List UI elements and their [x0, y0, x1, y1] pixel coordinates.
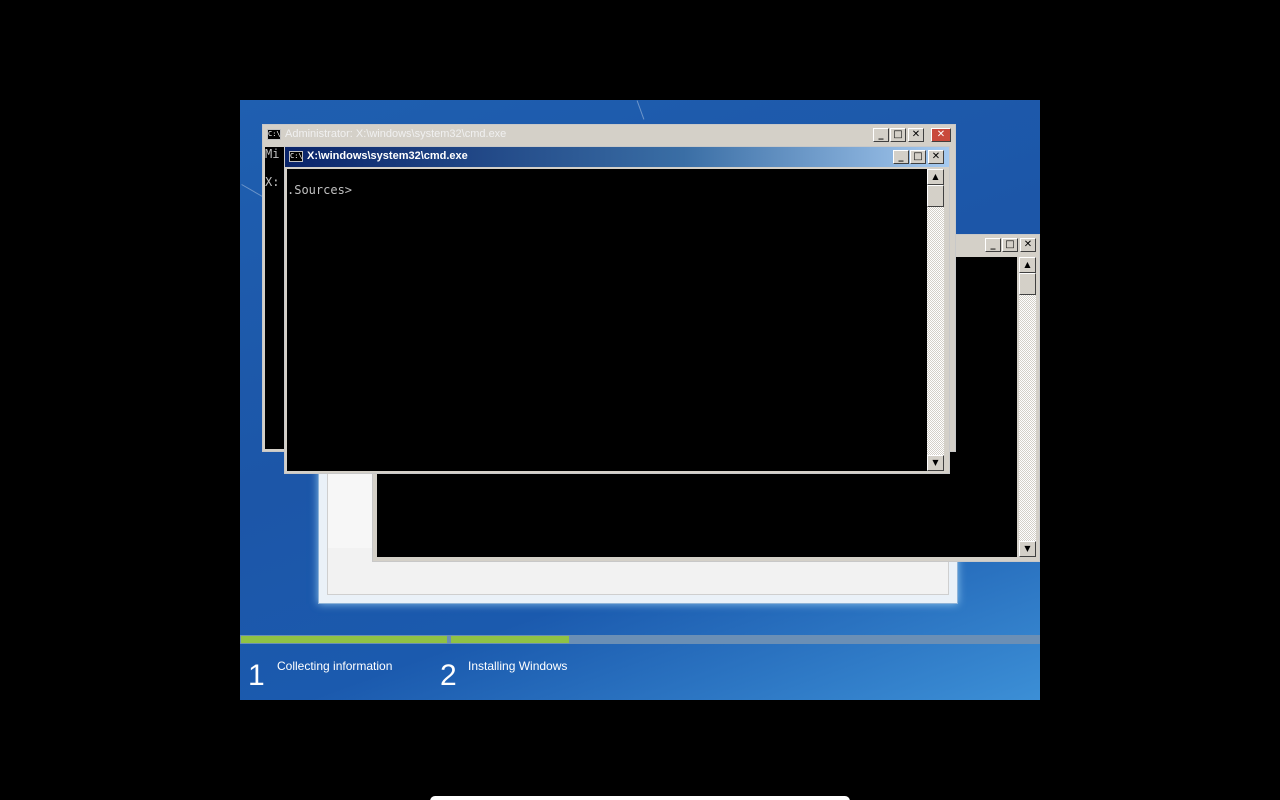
minimize-icon: _: [878, 129, 884, 140]
progress-segment-collecting: [241, 636, 447, 643]
vertical-scrollbar[interactable]: ▲ ▼: [1019, 257, 1036, 557]
vm-screen: _ □ ✕ ▲ ▼ C:\ Administrator: X:\windows\…: [240, 100, 1040, 700]
titlebar[interactable]: C:\ Administrator: X:\windows\system32\c…: [263, 125, 955, 145]
host-bottom-bar: [430, 796, 850, 800]
close-button[interactable]: ✕: [928, 150, 944, 164]
scroll-down-button[interactable]: ▼: [1019, 541, 1036, 557]
scroll-up-icon: ▲: [932, 172, 939, 181]
progress-segment-installing: [451, 636, 569, 643]
maximize-button[interactable]: □: [890, 128, 906, 142]
setup-steps: 1 Collecting information 2 Installing Wi…: [240, 645, 1040, 700]
scroll-up-button[interactable]: ▲: [927, 169, 944, 185]
cmd-icon: C:\: [267, 129, 281, 140]
close-icon: ✕: [936, 129, 946, 140]
titlebar[interactable]: C:\ X:\windows\system32\cmd.exe _ □ ✕: [285, 147, 949, 167]
close-button-aero[interactable]: ✕: [931, 128, 951, 142]
scroll-thumb[interactable]: [927, 185, 944, 207]
vertical-scrollbar[interactable]: ▲ ▼: [927, 169, 944, 471]
console-area[interactable]: .Sources>: [287, 169, 927, 471]
scroll-down-icon: ▼: [932, 458, 939, 467]
maximize-button[interactable]: □: [910, 150, 926, 164]
minimize-icon: _: [898, 151, 904, 162]
close-icon: ✕: [1023, 239, 1033, 250]
close-button[interactable]: ✕: [908, 128, 924, 142]
close-icon: ✕: [931, 151, 941, 162]
minimize-icon: _: [990, 239, 996, 250]
scroll-up-icon: ▲: [1024, 260, 1031, 269]
minimize-button[interactable]: _: [873, 128, 889, 142]
maximize-icon: □: [893, 129, 903, 140]
wallpaper-streak: [636, 100, 645, 120]
maximize-icon: □: [1005, 239, 1015, 250]
scroll-up-button[interactable]: ▲: [1019, 257, 1036, 273]
close-button[interactable]: ✕: [1020, 238, 1036, 252]
step-number: 2: [440, 659, 457, 692]
wallpaper-streak: [241, 184, 263, 197]
scroll-thumb[interactable]: [1019, 273, 1036, 295]
step-label: Installing Windows: [468, 659, 568, 673]
step-label: Collecting information: [277, 659, 393, 673]
close-icon: ✕: [911, 129, 921, 140]
scroll-down-button[interactable]: ▼: [927, 455, 944, 471]
maximize-icon: □: [913, 151, 923, 162]
minimize-button[interactable]: _: [985, 238, 1001, 252]
maximize-button[interactable]: □: [1002, 238, 1018, 252]
window-title: Administrator: X:\windows\system32\cmd.e…: [285, 128, 507, 140]
cmd-icon: C:\: [289, 151, 303, 162]
scroll-down-icon: ▼: [1024, 544, 1031, 553]
setup-progress-bar: [240, 635, 1040, 644]
minimize-button[interactable]: _: [893, 150, 909, 164]
step-number: 1: [248, 659, 265, 692]
cmd-window-active[interactable]: C:\ X:\windows\system32\cmd.exe _ □ ✕ .S…: [284, 146, 950, 474]
window-title: X:\windows\system32\cmd.exe: [307, 150, 468, 162]
